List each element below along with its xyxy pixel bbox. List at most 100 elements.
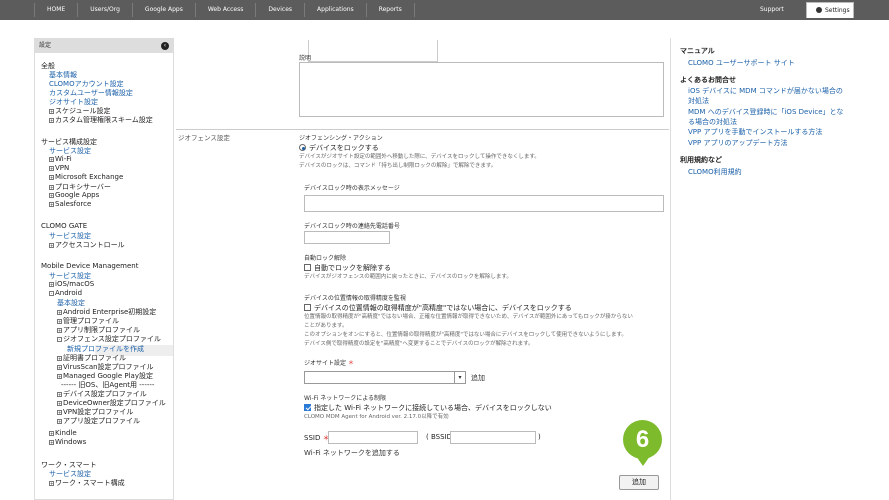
plus-box-icon: + — [49, 166, 54, 171]
terms-link[interactable]: CLOMO利用規約 — [688, 167, 848, 177]
minus-box-icon: - — [57, 337, 62, 342]
sidebar-item-kindle[interactable]: + Kindle — [49, 429, 77, 437]
sidebar-title: 設定 — [39, 42, 52, 49]
main-content: 説明 ジオフェンス設定 ジオフェンシング・アクション デバイスをロックする デバ… — [176, 20, 670, 500]
plus-box-icon: + — [49, 440, 54, 445]
add-wifi-link[interactable]: Wi-Fi ネットワークを追加する — [304, 448, 400, 458]
sidebar-section-gate: CLOMO GATE — [41, 222, 88, 230]
checkbox-unchecked-icon — [304, 264, 311, 271]
plus-box-icon: + — [57, 365, 62, 370]
nav-users-org[interactable]: Users/Org — [78, 3, 133, 17]
accuracy-desc-1: 位置情報の取得精度が"高精度"ではない場合、正確な位置情報が取得できないため、デ… — [304, 314, 633, 320]
lock-message-label: デバイスロック時の表示メッセージ — [304, 185, 400, 192]
plus-box-icon: + — [49, 185, 54, 190]
lock-desc-2: デバイスのロックは、コマンド「持ち出し制限ロックの解除」で解除できます。 — [299, 163, 497, 169]
auto-unlock-desc: デバイスがジオフェンスの範囲内に戻ったときに、デバイスのロックを解除します。 — [304, 274, 512, 280]
minus-box-icon: - — [49, 291, 54, 296]
action-label: ジオフェンシング・アクション — [299, 135, 383, 142]
nav-devices[interactable]: Devices — [256, 3, 306, 17]
auto-unlock-label: 自動ロック解除 — [304, 255, 347, 262]
description-textarea[interactable] — [299, 62, 664, 117]
sidebar-item-ws-config[interactable]: + ワーク・スマート構成 — [49, 478, 125, 488]
faq-link-vpp-update[interactable]: VPP アプリのアップデート方法 — [688, 138, 848, 148]
sidebar-item-app-profile[interactable]: + アプリ設定プロファイル — [57, 416, 140, 426]
plus-box-icon: + — [57, 419, 62, 424]
plus-box-icon: + — [57, 356, 62, 361]
faq-link-mdm-command[interactable]: iOS デバイスに MDM コマンドが届かない場合の対処法 — [688, 86, 848, 106]
plus-box-icon: + — [57, 310, 62, 315]
plus-box-icon: + — [57, 401, 62, 406]
manual-link[interactable]: CLOMO ユーザーサポート サイト — [688, 58, 848, 68]
nav-applications[interactable]: Applications — [305, 3, 367, 17]
nav-home[interactable]: HOME — [34, 3, 79, 17]
sidebar-item-android[interactable]: - Android — [49, 289, 82, 297]
sidebar-item-vpn[interactable]: + VPN — [49, 164, 69, 172]
nav-web-access[interactable]: Web Access — [196, 3, 257, 17]
lock-phone-input[interactable] — [304, 231, 390, 244]
sidebar-item-geofence-profile[interactable]: - ジオフェンス設定プロファイル — [57, 334, 161, 344]
ssid-label: SSID ＊ — [304, 434, 330, 442]
wifi-note: CLOMO MDM Agent for Android ver. 2.17.0以… — [304, 414, 449, 420]
plus-box-icon: + — [57, 319, 62, 324]
lock-message-input[interactable] — [304, 195, 664, 212]
plus-box-icon: + — [49, 243, 54, 248]
sidebar-item-wifi[interactable]: + Wi-Fi — [49, 155, 72, 163]
radio-selected-icon — [299, 144, 306, 151]
nav-support[interactable]: Support — [760, 3, 784, 17]
plus-box-icon: + — [57, 328, 62, 333]
bssid-label: ( BSSID — [426, 433, 452, 441]
name-input-partial[interactable] — [308, 40, 438, 62]
checkbox-unchecked-icon — [304, 304, 311, 311]
sidebar-item-salesforce[interactable]: + Salesforce — [49, 200, 91, 208]
required-mark: ＊ — [347, 360, 354, 367]
faq-heading: よくあるお問合せ — [680, 76, 736, 84]
plus-box-icon: + — [57, 410, 62, 415]
chevron-down-icon: ▾ — [454, 372, 465, 383]
sidebar-header: 設定 ‹ — [35, 39, 173, 53]
step-badge-pointer — [636, 456, 650, 466]
sidebar-section-mdm: Mobile Device Management — [41, 262, 139, 270]
collapse-icon[interactable]: ‹ — [161, 42, 169, 50]
nav-google-apps[interactable]: Google Apps — [133, 3, 196, 17]
help-panel: マニュアル CLOMO ユーザーサポート サイト よくあるお問合せ iOS デバ… — [670, 38, 856, 500]
add-button[interactable]: 追加 — [619, 475, 659, 490]
sidebar-item-access-control[interactable]: + アクセスコントロール — [49, 240, 125, 250]
plus-box-icon: + — [49, 202, 54, 207]
geofence-section-label: ジオフェンス設定 — [178, 134, 230, 142]
ssid-input[interactable] — [328, 431, 418, 444]
lock-phone-label: デバイスロック時の連絡先電話番号 — [304, 223, 400, 230]
checkbox-checked-icon — [304, 404, 311, 411]
plus-box-icon: + — [57, 392, 62, 397]
section-divider — [176, 129, 669, 130]
terms-heading: 利用規約など — [680, 156, 722, 164]
top-navigation-bar: HOME Users/Org Google Apps Web Access De… — [0, 0, 889, 20]
faq-link-vpp-install[interactable]: VPP アプリを手動でインストールする方法 — [688, 127, 848, 137]
sidebar-item-google-apps[interactable]: + Google Apps — [49, 191, 99, 199]
gear-icon — [816, 7, 822, 13]
nav-settings-tab[interactable]: Settings — [806, 2, 854, 18]
accuracy-label: デバイスの位置情報の取得精度を監視 — [304, 295, 406, 302]
plus-box-icon: + — [49, 481, 54, 486]
plus-box-icon: + — [49, 157, 54, 162]
plus-box-icon: + — [57, 374, 62, 379]
step-badge: 6 — [623, 420, 662, 459]
sidebar-item-admin-scheme[interactable]: + カスタム管理権限スキーム設定 — [49, 115, 153, 125]
bssid-input[interactable] — [450, 431, 536, 444]
plus-box-icon: + — [49, 282, 54, 287]
geosite-select[interactable]: ▾ — [304, 371, 466, 384]
settings-label: Settings — [825, 7, 850, 14]
accuracy-desc-4: デバイス側で取得精度の設定を"高精度"へ変更することでデバイスのロックが解除され… — [304, 341, 534, 347]
manual-heading: マニュアル — [680, 47, 715, 55]
sidebar-item-ios-macos[interactable]: + iOS/macOS — [49, 280, 94, 288]
main-nav: HOME Users/Org Google Apps Web Access De… — [34, 3, 415, 17]
sidebar-item-windows[interactable]: + Windows — [49, 438, 86, 446]
settings-sidebar: 設定 ‹ 全般 基本情報 CLOMOアカウント設定 カスタムユーザー情報設定 ジ… — [34, 38, 174, 500]
bssid-close-paren: ) — [538, 433, 541, 441]
description-label: 説明 — [299, 55, 312, 62]
sidebar-item-exchange[interactable]: + Microsoft Exchange — [49, 173, 123, 181]
faq-link-ios-device[interactable]: MDM へのデバイス登録時に「iOS Device」となる場合の対処法 — [688, 107, 848, 127]
wifi-label: Wi-Fi ネットワークによる制限 — [304, 395, 387, 402]
geosite-add-link[interactable]: 追加 — [471, 373, 485, 383]
plus-box-icon: + — [49, 175, 54, 180]
nav-reports[interactable]: Reports — [367, 3, 415, 17]
